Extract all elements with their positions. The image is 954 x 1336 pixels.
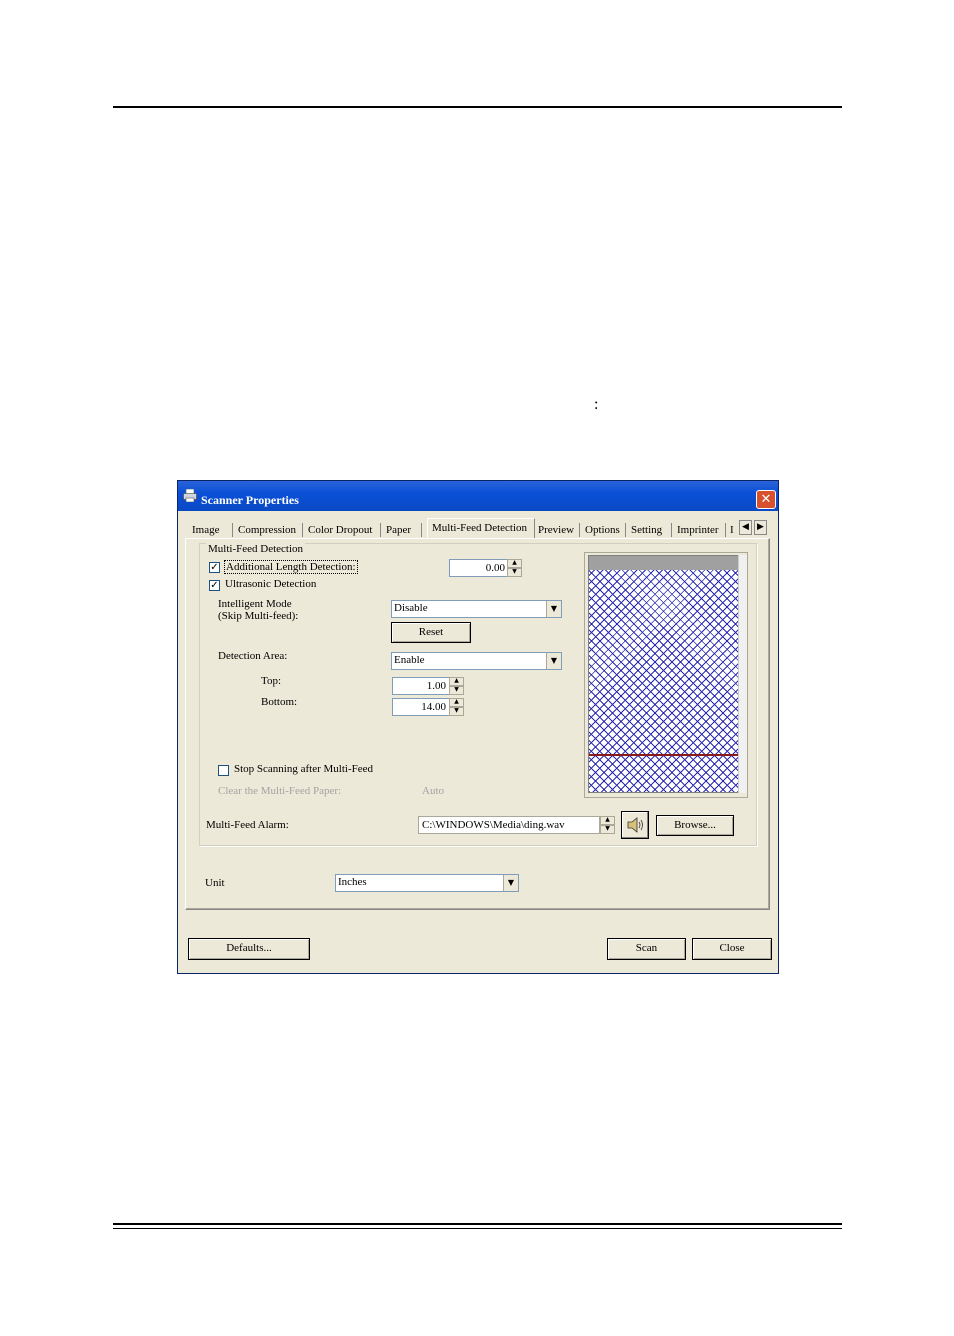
intelligent-mode-value: Disable	[394, 602, 428, 614]
additional-length-spinner[interactable]: ▲ ▼	[507, 559, 522, 577]
speaker-glyph-icon	[627, 817, 643, 833]
intelligent-mode-sublabel: (Skip Multi-feed):	[218, 610, 299, 622]
chevron-down-icon[interactable]: ▼	[546, 653, 561, 669]
printer-icon	[183, 489, 197, 502]
scanner-properties-window: Scanner Properties ✕ Image Compression C…	[177, 480, 779, 974]
preview-page	[588, 555, 739, 793]
unit-label: Unit	[205, 877, 225, 889]
tab-paper[interactable]: Paper	[386, 522, 411, 538]
preview-scrollbar[interactable]	[738, 555, 747, 793]
detection-area-preview	[584, 552, 748, 798]
ultrasonic-checkbox[interactable]: ✓	[209, 580, 220, 591]
tab-scroll-left-icon[interactable]: ◀	[739, 520, 752, 535]
bottom-spinner[interactable]: ▲ ▼	[449, 698, 464, 716]
unit-select[interactable]: Inches ▼	[335, 874, 519, 892]
tab-setting[interactable]: Setting	[631, 522, 662, 538]
tab-scroll-right-icon[interactable]: ▶	[754, 520, 767, 535]
stop-scanning-label: Stop Scanning after Multi-Feed	[234, 763, 374, 775]
clear-paper-label: Clear the Multi-Feed Paper:	[218, 785, 342, 797]
top-label: Top:	[261, 675, 282, 687]
defaults-button[interactable]: Defaults...	[188, 938, 310, 960]
spin-down-icon[interactable]: ▼	[449, 686, 464, 695]
footer-rule-thin	[113, 1228, 842, 1229]
spin-up-icon[interactable]: ▲	[449, 677, 464, 686]
intelligent-mode-label: Intelligent Mode	[218, 598, 292, 610]
close-icon[interactable]: ✕	[756, 490, 776, 509]
tab-overflow[interactable]: I	[730, 522, 734, 538]
unit-value: Inches	[338, 876, 367, 888]
bottom-label: Bottom:	[261, 696, 298, 708]
multi-feed-group-title: Multi-Feed Detection	[206, 543, 306, 555]
intelligent-mode-select[interactable]: Disable ▼	[391, 600, 562, 618]
preview-detection-region	[589, 570, 738, 792]
tab-multi-feed-detection[interactable]: Multi-Feed Detection	[427, 518, 535, 538]
tab-compression[interactable]: Compression	[238, 522, 296, 538]
header-rule	[113, 106, 842, 108]
scan-button[interactable]: Scan	[607, 938, 686, 960]
browse-button[interactable]: Browse...	[656, 815, 734, 836]
tab-strip: Image Compression Color Dropout Paper Mu…	[178, 518, 778, 538]
top-input[interactable]: 1.00	[392, 677, 450, 695]
detection-area-label: Detection Area:	[218, 650, 288, 662]
window-title: Scanner Properties	[201, 493, 299, 507]
page-colon: :	[594, 396, 599, 413]
preview-bottom-marker	[589, 754, 738, 756]
reset-button[interactable]: Reset	[391, 622, 471, 643]
detection-area-value: Enable	[394, 654, 425, 666]
additional-length-label: Additional Length Detection:	[224, 560, 358, 574]
footer-rule	[113, 1223, 842, 1225]
chevron-down-icon[interactable]: ▼	[503, 875, 518, 891]
detection-area-select[interactable]: Enable ▼	[391, 652, 562, 670]
tab-image[interactable]: Image	[192, 522, 219, 538]
spin-down-icon[interactable]: ▼	[449, 707, 464, 716]
bottom-input[interactable]: 14.00	[392, 698, 450, 716]
close-button[interactable]: Close	[692, 938, 772, 960]
clear-paper-value: Auto	[422, 785, 444, 797]
spin-down-icon[interactable]: ▼	[507, 568, 522, 577]
stop-scanning-checkbox[interactable]	[218, 765, 229, 776]
alarm-file-input[interactable]: C:\WINDOWS\Media\ding.wav	[418, 816, 600, 834]
alarm-label: Multi-Feed Alarm:	[206, 819, 289, 831]
spin-down-icon[interactable]: ▼	[600, 825, 615, 834]
tab-preview[interactable]: Preview	[538, 522, 574, 538]
spin-up-icon[interactable]: ▲	[600, 816, 615, 825]
additional-length-checkbox[interactable]: ✓	[209, 562, 220, 573]
spin-up-icon[interactable]: ▲	[507, 559, 522, 568]
top-spinner[interactable]: ▲ ▼	[449, 677, 464, 695]
speaker-icon[interactable]	[621, 811, 649, 839]
tab-color-dropout[interactable]: Color Dropout	[308, 522, 372, 538]
title-bar[interactable]: Scanner Properties ✕	[178, 481, 778, 511]
ultrasonic-label: Ultrasonic Detection	[225, 578, 317, 590]
tab-imprinter[interactable]: Imprinter	[677, 522, 719, 538]
alarm-spinner[interactable]: ▲ ▼	[600, 816, 615, 834]
spin-up-icon[interactable]: ▲	[449, 698, 464, 707]
preview-excluded-top	[589, 556, 738, 570]
additional-length-input[interactable]: 0.00	[449, 559, 509, 577]
tab-options[interactable]: Options	[585, 522, 620, 538]
chevron-down-icon[interactable]: ▼	[546, 601, 561, 617]
